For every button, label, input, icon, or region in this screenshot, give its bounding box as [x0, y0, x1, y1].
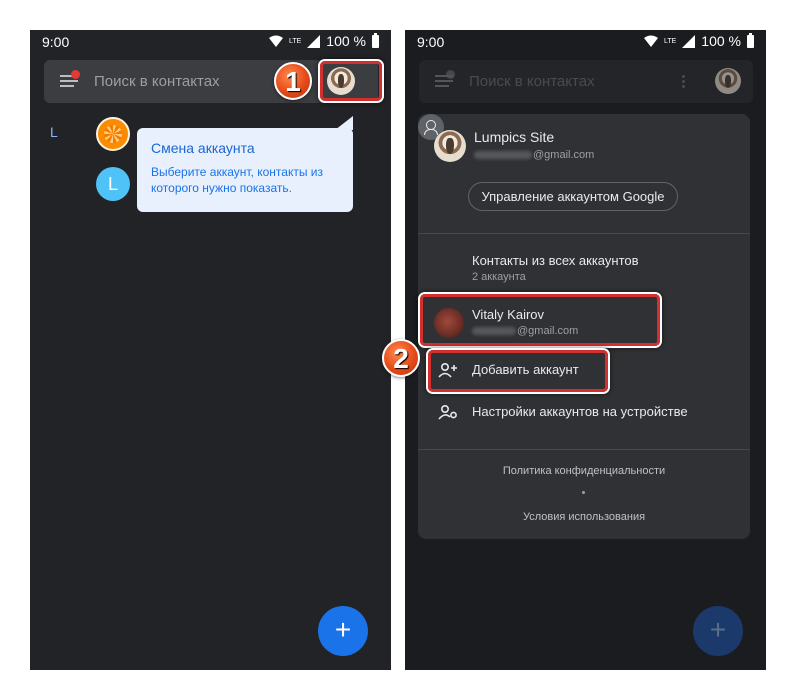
contact-avatar-letter[interactable]: L — [96, 167, 130, 201]
status-bar: 9:00 LTE 100 % — [30, 30, 391, 54]
notification-dot — [71, 70, 80, 79]
tooltip-title: Смена аккаунта — [151, 140, 255, 156]
manage-google-account-button[interactable]: Управление аккаунтом Google — [468, 182, 678, 211]
status-bar: 9:00 LTE 100 % — [405, 30, 766, 54]
search-input[interactable]: Поиск в контактах — [94, 73, 220, 90]
signal-icon — [307, 34, 321, 48]
device-account-settings-label[interactable]: Настройки аккаунтов на устройстве — [472, 404, 688, 419]
privacy-policy-link[interactable]: Политика конфиденциальности — [418, 465, 750, 477]
account-switcher-card: Lumpics Site @gmail.com Управление аккау… — [418, 114, 750, 539]
tooltip-text: Выберите аккаунт, контакты из которого н… — [151, 165, 323, 195]
menu-icon[interactable] — [60, 70, 80, 88]
notification-dot — [446, 70, 455, 79]
menu-icon — [435, 70, 455, 88]
account-switch-tooltip: Смена аккаунта Выберите аккаунт, контакт… — [137, 116, 353, 212]
account-settings-icon — [438, 404, 457, 420]
all-accounts-title[interactable]: Контакты из всех аккаунтов — [472, 253, 639, 268]
highlight-frame — [420, 294, 660, 346]
battery-percent: 100 % — [701, 33, 741, 49]
network-type: LTE — [288, 37, 302, 45]
search-bar: Поиск в контактах — [419, 60, 753, 103]
account-avatar — [715, 68, 741, 94]
divider — [418, 449, 750, 450]
all-accounts-subtitle: 2 аккаунта — [472, 271, 526, 283]
more-options-icon — [682, 75, 685, 89]
contact-avatar[interactable] — [96, 117, 130, 151]
search-input: Поиск в контактах — [469, 73, 595, 90]
status-time: 9:00 — [42, 34, 70, 50]
signal-icon — [682, 34, 696, 48]
battery-icon — [747, 32, 754, 48]
divider — [418, 233, 750, 234]
terms-link[interactable]: Условия использования — [418, 511, 750, 523]
blurred-email — [474, 151, 532, 160]
current-account-avatar — [434, 130, 466, 162]
footer-separator — [582, 491, 585, 494]
battery-percent: 100 % — [326, 33, 366, 49]
wifi-icon — [643, 35, 658, 47]
status-time: 9:00 — [417, 34, 445, 50]
step-badge: 1 — [274, 62, 312, 100]
current-account-name: Lumpics Site — [474, 129, 555, 145]
left-screen: 9:00 LTE 100 % Поиск в контактах 1 L L С… — [30, 30, 391, 670]
section-letter: L — [50, 124, 58, 140]
network-type: LTE — [663, 37, 677, 45]
step-badge: 2 — [382, 339, 420, 377]
add-contact-button: + — [693, 606, 743, 656]
highlight-frame — [428, 350, 608, 392]
right-screen: 9:00 LTE 100 % Поиск в контактах Lumpics… — [405, 30, 766, 670]
highlight-frame — [320, 61, 382, 101]
wifi-icon — [268, 35, 283, 47]
add-contact-button[interactable]: + — [318, 606, 368, 656]
battery-icon — [372, 32, 379, 48]
current-account-email: @gmail.com — [474, 149, 594, 161]
